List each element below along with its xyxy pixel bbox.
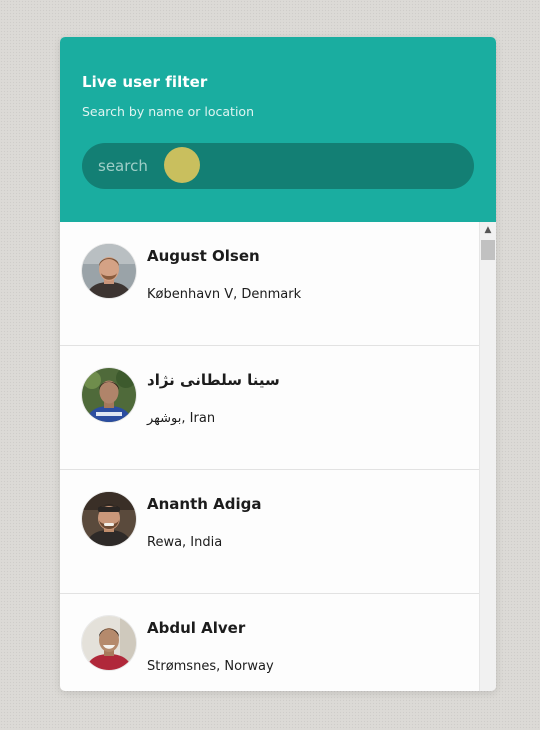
list-item[interactable]: Ananth Adiga Rewa, India	[60, 470, 479, 594]
user-list: August Olsen København V, Denmark سینا س…	[60, 222, 479, 691]
page-title: Live user filter	[82, 73, 208, 91]
chevron-up-icon[interactable]: ▲	[480, 222, 496, 239]
avatar	[82, 244, 136, 298]
user-filter-card: Live user filter Search by name or locat…	[60, 37, 496, 691]
list-item[interactable]: سینا سلطانی نژاد بوشهر, Iran	[60, 346, 479, 470]
avatar	[82, 368, 136, 422]
user-name: Abdul Alver	[147, 619, 246, 637]
search-input[interactable]	[82, 143, 474, 189]
avatar	[82, 616, 136, 670]
filter-header: Live user filter Search by name or locat…	[60, 37, 496, 222]
page-subtitle: Search by name or location	[82, 104, 255, 119]
user-location: København V, Denmark	[147, 287, 302, 302]
user-name: سینا سلطانی نژاد	[147, 371, 280, 389]
scrollbar-thumb[interactable]	[481, 240, 495, 260]
user-location: بوشهر, Iran	[147, 411, 216, 426]
list-item[interactable]: Abdul Alver Strømsnes, Norway	[60, 594, 479, 691]
scrollbar[interactable]: ▲	[479, 222, 496, 691]
user-location: Rewa, India	[147, 535, 223, 550]
list-item[interactable]: August Olsen København V, Denmark	[60, 222, 479, 346]
user-name: Ananth Adiga	[147, 495, 262, 513]
user-name: August Olsen	[147, 247, 260, 265]
user-location: Strømsnes, Norway	[147, 659, 274, 674]
avatar	[82, 492, 136, 546]
